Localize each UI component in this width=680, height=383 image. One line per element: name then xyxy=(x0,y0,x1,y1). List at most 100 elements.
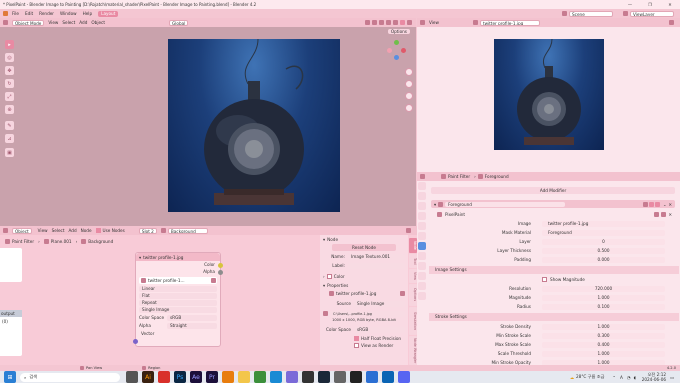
edit-mode-toggle-icon[interactable] xyxy=(642,201,648,207)
partial-node-top[interactable] xyxy=(0,248,22,282)
clock-date[interactable]: 2024-06-06 xyxy=(642,377,666,382)
windows-start-icon[interactable]: ⊞ xyxy=(4,371,16,383)
sidebar-image-icon[interactable] xyxy=(329,291,334,296)
view-layer-selector[interactable]: ViewLayer xyxy=(630,10,674,17)
menu-render[interactable]: Render xyxy=(39,11,54,16)
minimize-icon[interactable]: — xyxy=(620,2,640,7)
partial-node-output[interactable]: output (0) xyxy=(0,310,22,356)
scene-selector[interactable]: Scene xyxy=(569,10,613,17)
fake-user-icon[interactable] xyxy=(654,211,660,217)
layer-thickness-field[interactable]: 0.500 xyxy=(542,248,665,254)
node-collapse-icon[interactable]: ▾ xyxy=(139,255,141,260)
filepath-field[interactable]: C:\Users\...profile-1.jpg xyxy=(330,310,405,317)
sidebar-tab-node-wrangler[interactable]: Node Wrangler xyxy=(409,336,417,365)
sidebar-image-name[interactable]: twitter profile-1.jpg xyxy=(336,291,376,296)
app-camera-icon[interactable] xyxy=(334,371,346,383)
magnitude-field[interactable]: 1.000 xyxy=(542,295,665,301)
viewport-menu-view[interactable]: View xyxy=(48,20,58,25)
node-menu-add[interactable]: Add xyxy=(69,228,77,233)
physics-tab-icon[interactable] xyxy=(418,262,426,270)
image-settings-header[interactable]: Image Settings xyxy=(429,266,679,274)
node-editor[interactable]: Object View Select Add Node Use Nodes Sl… xyxy=(0,226,417,365)
taskbar-search[interactable]: ⌕ 검색 xyxy=(20,372,120,382)
viewport-options[interactable]: Options xyxy=(387,29,410,34)
sidebar-tab-tool[interactable]: Tool xyxy=(409,254,417,268)
xray-icon[interactable] xyxy=(386,20,391,25)
render-tab-icon[interactable] xyxy=(418,192,426,200)
image-browse-icon[interactable] xyxy=(472,20,478,25)
expand-arrow-icon[interactable]: ▾ xyxy=(434,202,436,207)
node-color-expand-icon[interactable]: › xyxy=(323,274,325,279)
node-name-field[interactable]: Image Texture.001 xyxy=(348,253,405,260)
menu-edit[interactable]: Edit xyxy=(25,11,33,16)
half-float-checkbox[interactable] xyxy=(354,335,359,341)
max-stroke-scale-field[interactable]: 0.400 xyxy=(542,342,665,348)
annotate-tool[interactable]: ✎ xyxy=(5,121,14,130)
add-cube-tool[interactable]: ▣ xyxy=(5,148,14,157)
output-tab-icon[interactable] xyxy=(418,202,426,210)
task-view-icon[interactable] xyxy=(126,371,138,383)
node-pin-icon[interactable] xyxy=(406,228,411,233)
shading-material-icon[interactable] xyxy=(400,20,405,25)
sidebar-tab-node[interactable]: Node xyxy=(409,238,417,253)
menu-help[interactable]: Help xyxy=(83,11,93,16)
modifier-name[interactable]: Foreground xyxy=(445,201,566,207)
shading-rendered-icon[interactable] xyxy=(407,20,412,25)
alpha-mode-dropdown[interactable]: Straight xyxy=(167,322,217,329)
stroke-density-field[interactable]: 1.000 xyxy=(542,324,665,330)
modifier-menu-icon[interactable]: ⌄ xyxy=(663,202,667,207)
radius-field[interactable]: 0.100 xyxy=(542,304,665,310)
image-editor[interactable]: View twitter profile-1.jpg xyxy=(417,18,680,172)
add-modifier-button[interactable]: Add Modifier xyxy=(431,187,675,194)
visibility-icon[interactable] xyxy=(365,20,370,25)
viewport-toggle-icon[interactable] xyxy=(648,201,654,207)
rotate-tool[interactable]: ↻ xyxy=(5,79,14,88)
sidebar-collapse-icon[interactable]: ▾ xyxy=(323,237,325,242)
node-group-name[interactable]: PixelPaint xyxy=(445,212,465,217)
app-mail-icon[interactable] xyxy=(382,371,394,383)
app-terminal-icon[interactable] xyxy=(350,371,362,383)
material-slot[interactable]: Slot 2 xyxy=(138,227,157,234)
select-box-tool[interactable]: ▸ xyxy=(5,40,14,49)
node-image-browse-icon[interactable] xyxy=(141,278,146,283)
zoom-icon[interactable] xyxy=(405,68,413,76)
viewport-menu-select[interactable]: Select xyxy=(62,20,75,25)
viewport-menu-object[interactable]: Object xyxy=(91,20,105,25)
image-editor-type-icon[interactable] xyxy=(420,20,425,25)
copy-icon[interactable] xyxy=(661,211,667,217)
app-discord-icon[interactable] xyxy=(398,371,410,383)
overlay-icon[interactable] xyxy=(379,20,384,25)
close-icon[interactable]: ✕ xyxy=(660,2,680,7)
camera-view-icon[interactable] xyxy=(405,92,413,100)
min-stroke-scale-field[interactable]: 0.300 xyxy=(542,333,665,339)
app-aftereffects-icon[interactable]: Ae xyxy=(190,371,202,383)
sidebar-color-space-dropdown[interactable]: sRGB xyxy=(354,326,405,333)
node-menu-select[interactable]: Select xyxy=(52,228,65,233)
shading-solid-icon[interactable] xyxy=(393,20,398,25)
app-store-icon[interactable] xyxy=(366,371,378,383)
scale-tool[interactable]: ⤢ xyxy=(5,92,14,101)
blender-logo-icon[interactable] xyxy=(3,11,8,16)
material-name[interactable]: Background xyxy=(167,227,208,234)
properties-expand-icon[interactable]: ▾ xyxy=(323,283,325,288)
projection-dropdown[interactable]: Flat xyxy=(139,293,217,299)
image-texture-node[interactable]: ▾ twitter profile-1.jpg Color Alpha twit… xyxy=(133,252,223,347)
node-color-checkbox[interactable] xyxy=(326,274,332,279)
reset-node-button[interactable]: Reset Node xyxy=(332,244,396,251)
app-unity-icon[interactable] xyxy=(302,371,314,383)
pin-icon[interactable] xyxy=(669,20,674,25)
sidebar-source-dropdown[interactable]: Single Image xyxy=(354,300,405,307)
particles-tab-icon[interactable] xyxy=(418,252,426,260)
viewport-3d[interactable]: Object Mode View Select Add Object Globa… xyxy=(0,18,416,226)
layer-field[interactable]: 0 xyxy=(542,239,665,245)
properties-type-icon[interactable] xyxy=(420,174,425,179)
interpolation-dropdown[interactable]: Linear xyxy=(139,286,217,292)
mode-selector[interactable]: Object Mode xyxy=(12,19,45,26)
pan-hand-icon[interactable] xyxy=(405,80,413,88)
stroke-settings-header[interactable]: Stroke Settings xyxy=(429,313,679,321)
transform-orientation[interactable]: Global xyxy=(169,19,189,26)
modifier-remove-icon[interactable]: ✕ xyxy=(668,202,672,207)
cursor-tool[interactable]: ◎ xyxy=(5,53,14,62)
menu-window[interactable]: Window xyxy=(60,11,77,16)
notification-icon[interactable]: ▭ xyxy=(670,375,674,380)
